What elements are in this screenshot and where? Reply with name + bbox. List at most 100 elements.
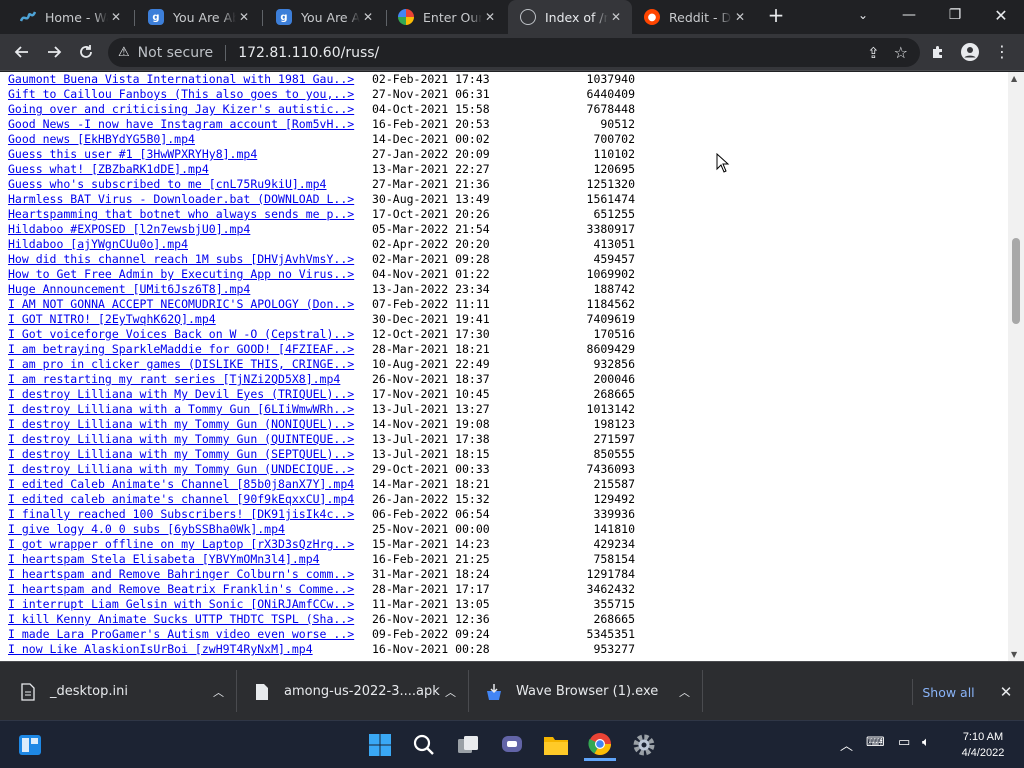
file-link[interactable]: Heartspamming that botnet who always sen… [8, 207, 372, 222]
close-downloads-icon[interactable]: ✕ [996, 679, 1016, 705]
back-button[interactable] [8, 38, 36, 66]
file-link[interactable]: I am betraying SparkleMaddie for GOOD! [… [8, 342, 372, 357]
file-link[interactable]: Harmless BAT Virus - Downloader.bat (DOW… [8, 192, 372, 207]
tab-search-button[interactable]: ⌄ [840, 0, 886, 30]
url-text[interactable]: 172.81.110.60/russ/ [238, 45, 379, 61]
file-link[interactable]: I destroy Lilliana with my Tommy Gun (SE… [8, 447, 372, 462]
file-link[interactable]: Guess this user #1 [3HwWPXRYHy8].mp4 [8, 147, 372, 162]
tab-you-are-about-2[interactable]: g You Are About To... ✕ [264, 0, 384, 34]
share-icon[interactable]: ⇪ [867, 44, 880, 62]
tab-index-of-russ[interactable]: Index of /russ/ ✕ [508, 0, 632, 34]
file-link[interactable]: How to Get Free Admin by Executing App n… [8, 267, 372, 282]
file-link[interactable]: I now Like AlaskionIsUrBoi [zwH9T4RyNxM]… [8, 642, 372, 657]
keyboard-icon[interactable]: ⌨ [866, 735, 885, 750]
file-link[interactable]: I am restarting my rant series [TjNZi2QD… [8, 372, 372, 387]
file-link[interactable]: I interrupt Liam Gelsin with Sonic [ONiR… [8, 597, 372, 612]
file-link[interactable]: Good news [EkHBYdYG5B0].mp4 [8, 132, 372, 147]
forward-arrow-icon [48, 46, 62, 58]
close-tab-icon[interactable]: ✕ [360, 10, 376, 24]
chevron-up-icon[interactable]: ︿ [840, 735, 853, 754]
chrome-icon[interactable] [584, 729, 616, 761]
system-clock[interactable]: 7:10 AM 4/4/2022 [950, 729, 1016, 761]
extensions-button[interactable] [924, 38, 952, 66]
file-explorer-icon[interactable] [540, 729, 572, 761]
download-item[interactable]: Wave Browser (1).exe ︿ [486, 662, 690, 721]
network-icon[interactable]: ▭ [898, 735, 910, 750]
scroll-up-arrow-icon[interactable]: ▲ [1011, 74, 1017, 83]
file-link[interactable]: Going over and criticising Jay Kizer's a… [8, 102, 372, 117]
file-link[interactable]: I Got voiceforge Voices Back on W -O (Ce… [8, 327, 372, 342]
file-link[interactable]: Gift to Caillou Fanboys (This also goes … [8, 87, 372, 102]
forward-button[interactable] [40, 38, 68, 66]
task-view-icon[interactable] [452, 729, 484, 761]
bookmark-star-icon[interactable]: ☆ [894, 43, 908, 62]
file-link[interactable]: Good News -I now have Instagram account … [8, 117, 372, 132]
chevron-up-icon[interactable]: ︿ [445, 684, 456, 700]
scrollbar-thumb[interactable] [1012, 238, 1020, 324]
reload-icon [80, 45, 92, 58]
file-link[interactable]: Hildaboo #EXPOSED [l2n7ewsbjU0].mp4 [8, 222, 372, 237]
tab-reddit[interactable]: ● Reddit - Dive into ✕ [632, 0, 756, 34]
vertical-scrollbar[interactable]: ▲ ▼ [1008, 72, 1024, 661]
new-tab-button[interactable]: + [754, 0, 798, 30]
chat-icon[interactable] [496, 729, 528, 761]
file-link[interactable]: Guess what! [ZBZbaRK1dDE].mp4 [8, 162, 372, 177]
file-link[interactable]: I destroy Lilliana with my Tommy Gun (NO… [8, 417, 372, 432]
file-link[interactable]: I AM NOT GONNA ACCEPT NECOMUDRIC'S APOLO… [8, 297, 372, 312]
maximize-button[interactable]: ❐ [932, 0, 978, 30]
file-link[interactable]: I got wrapper offline on my Laptop [rX3D… [8, 537, 372, 552]
address-bar[interactable]: ⚠ Not secure 172.81.110.60/russ/ ⇪ ☆ [108, 38, 920, 67]
file-link[interactable]: I give logy 4.0 0 subs [6ybSSBha0Wk].mp4 [8, 522, 372, 537]
listing-row: I am restarting my rant series [TjNZi2QD… [8, 372, 635, 387]
file-link[interactable]: I kill Kenny Animate Sucks UTTP THDTC TS… [8, 612, 372, 627]
file-link[interactable]: I finally reached 100 Subscribers! [DK91… [8, 507, 372, 522]
file-link[interactable]: How did this channel reach 1M subs [DHVj… [8, 252, 372, 267]
file-link[interactable]: Gaumont Buena Vista International with 1… [8, 72, 372, 87]
volume-icon[interactable]: 🔈︎ [922, 735, 930, 750]
download-item[interactable]: _desktop.ini ︿ [20, 662, 224, 721]
file-link[interactable]: I GOT NITRO! [2EyTwqhK62Q].mp4 [8, 312, 372, 327]
tab-wattpad[interactable]: Home - Wattpad ✕ [8, 0, 132, 34]
file-size: 120695 [593, 162, 635, 176]
widgets-icon[interactable] [14, 729, 46, 761]
chevron-up-icon[interactable]: ︿ [213, 684, 224, 700]
start-windows-icon[interactable] [364, 729, 396, 761]
file-link[interactable]: I made Lara ProGamer's Autism video even… [8, 627, 372, 642]
file-link[interactable]: Huge Announcement [UMit6Jsz6T8].mp4 [8, 282, 372, 297]
file-link[interactable]: I heartspam and Remove Beatrix Franklin'… [8, 582, 372, 597]
menu-button[interactable]: ⋮ [988, 38, 1016, 66]
search-icon[interactable] [408, 729, 440, 761]
reload-button[interactable] [72, 38, 100, 66]
profile-button[interactable] [956, 38, 984, 66]
file-link[interactable]: I heartspam and Remove Bahringer Colburn… [8, 567, 372, 582]
file-link[interactable]: I destroy Lilliana with my Tommy Gun (QU… [8, 432, 372, 447]
tab-giveaway[interactable]: Enter Our Giveaway ✕ [386, 0, 506, 34]
file-link[interactable]: I destroy Lilliana with My Devil Eyes (T… [8, 387, 372, 402]
close-tab-icon[interactable]: ✕ [482, 10, 498, 24]
listing-row: I give logy 4.0 0 subs [6ybSSBha0Wk].mp4… [8, 522, 635, 537]
warning-icon[interactable]: ⚠ [118, 45, 130, 60]
close-tab-icon[interactable]: ✕ [236, 10, 252, 24]
minimize-button[interactable]: — [886, 0, 932, 30]
file-link[interactable]: I edited Caleb Animate's Channel [85b0j8… [8, 477, 372, 492]
show-all-button[interactable]: Show all [912, 679, 984, 705]
tab-title: Reddit - Dive into [669, 9, 732, 25]
file-link[interactable]: Hildaboo [ajYWgnCUu0o].mp4 [8, 237, 372, 252]
chevron-up-icon[interactable]: ︿ [679, 684, 690, 700]
settings-gear-icon[interactable] [628, 729, 660, 761]
file-link[interactable]: Guess who's subscribed to me [cnL75Ru9ki… [8, 177, 372, 192]
file-link[interactable]: I edited caleb animate's channel [90f9kE… [8, 492, 372, 507]
download-item[interactable]: among-us-2022-3....apk ︿ [254, 662, 456, 721]
security-label[interactable]: Not secure [138, 45, 214, 61]
close-tab-icon[interactable]: ✕ [108, 10, 124, 24]
file-size: 1291784 [586, 567, 635, 581]
close-tab-icon[interactable]: ✕ [608, 10, 624, 24]
file-link[interactable]: I am pro in clicker games (DISLIKE THIS,… [8, 357, 372, 372]
tab-you-are-about-1[interactable]: g You Are About To... ✕ [136, 0, 260, 34]
file-link[interactable]: I destroy Lilliana with my Tommy Gun (UN… [8, 462, 372, 477]
scroll-down-arrow-icon[interactable]: ▼ [1011, 650, 1017, 659]
close-window-button[interactable]: ✕ [978, 0, 1024, 30]
close-tab-icon[interactable]: ✕ [732, 10, 748, 24]
file-link[interactable]: I heartspam Stela Elisabeta [YBVYmOMn3l4… [8, 552, 372, 567]
file-link[interactable]: I destroy Lilliana with a Tommy Gun [6LI… [8, 402, 372, 417]
